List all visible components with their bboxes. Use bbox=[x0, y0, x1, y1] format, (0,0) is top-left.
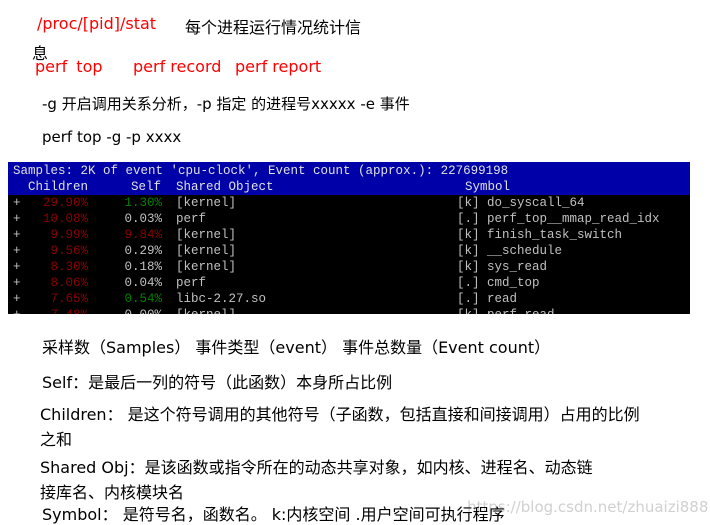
explanation-shared-obj: Shared Obj：是该函数或指令所在的动态共享对象，如内核、进程名、动态链 bbox=[40, 458, 593, 477]
children-percent: 7.65% bbox=[50, 292, 88, 306]
children-percent: 10.08% bbox=[42, 212, 88, 226]
shared-object: [kernel] bbox=[176, 196, 237, 210]
self-percent: 0.00% bbox=[88, 307, 162, 314]
table-row[interactable]: +9.56% 0.29% [kernel] [k] __schedule bbox=[8, 243, 690, 259]
shared-object: libc-2.27.so bbox=[176, 292, 267, 306]
children-percent: 7.48% bbox=[8, 307, 88, 314]
example-command: perf top -g -p xxxx bbox=[42, 128, 182, 146]
options-text: -g 开启调用关系分析，-p 指定 的进程号xxxxx -e 事件 bbox=[42, 95, 410, 113]
explanation-self: Self：是最后一列的符号（此函数）本身所占比例 bbox=[42, 373, 393, 392]
explanation-children-cont: 之和 bbox=[40, 430, 73, 449]
proc-desc: 每个进程运行情况统计信 bbox=[185, 18, 362, 37]
perf-record-label: perf record bbox=[133, 57, 222, 76]
table-row[interactable]: +7.65% 0.54% libc-2.27.so [.] read bbox=[8, 291, 690, 307]
col-self[interactable]: Self bbox=[131, 179, 161, 195]
children-percent: 8.06% bbox=[50, 276, 88, 290]
table-row[interactable]: +8.30% 0.18% [kernel] [k] sys_read bbox=[8, 259, 690, 275]
table-row[interactable]: +9.99% 9.84% [kernel] [k] finish_task_switc… bbox=[8, 227, 690, 243]
self-percent: 0.29% bbox=[124, 244, 162, 258]
perf-top-label: perf top bbox=[35, 57, 103, 76]
self-percent: 9.84% bbox=[124, 228, 162, 242]
table-row[interactable]: +10.08% 0.03% perf [.] perf_top__mmap_read_… bbox=[8, 211, 690, 227]
symbol-name: [.] read bbox=[457, 292, 518, 306]
shared-object: [kernel] bbox=[176, 260, 237, 274]
self-percent: 1.30% bbox=[124, 196, 162, 210]
symbol-name: [k] do_syscall_64 bbox=[457, 196, 585, 210]
symbol-name: [k] perf_read bbox=[457, 307, 555, 314]
symbol-name: [k] __schedule bbox=[457, 244, 563, 258]
shared-object: perf bbox=[176, 276, 207, 290]
explanation-children: Children： 是这个符号调用的其他符号（子函数，包括直接和间接调用）占用的… bbox=[40, 405, 640, 424]
self-percent: 0.54% bbox=[124, 292, 162, 306]
table-row[interactable]: +8.06% 0.04% perf [.] cmd_top bbox=[8, 275, 690, 291]
symbol-name: [k] sys_read bbox=[457, 260, 548, 274]
terminal-header: Samples: 2K of event 'cpu-clock', Event … bbox=[8, 162, 690, 195]
self-percent: 0.18% bbox=[124, 260, 162, 274]
table-row[interactable]: +7.48%0.00%[kernel][k] perf_read bbox=[8, 307, 690, 314]
children-percent: 9.56% bbox=[50, 244, 88, 258]
symbol-name: [.] cmd_top bbox=[457, 276, 540, 290]
col-children[interactable]: Children bbox=[28, 179, 88, 195]
table-row[interactable]: +29.90% 1.30% [kernel] [k] do_syscall_64 bbox=[8, 195, 690, 211]
col-symbol[interactable]: Symbol bbox=[465, 179, 510, 195]
symbol-name: [.] perf_top__mmap_read_idx bbox=[457, 212, 660, 226]
perf-top-terminal: Samples: 2K of event 'cpu-clock', Event … bbox=[8, 162, 690, 314]
children-percent: 29.90% bbox=[42, 196, 88, 210]
shared-object: perf bbox=[176, 212, 207, 226]
explanation-shared-obj-cont: 接库名、内核模块名 bbox=[40, 483, 185, 502]
samples-summary: Samples: 2K of event 'cpu-clock', Event … bbox=[13, 164, 509, 178]
shared-object: [kernel] bbox=[176, 307, 236, 314]
children-percent: 9.99% bbox=[50, 228, 88, 242]
self-percent: 0.03% bbox=[124, 212, 162, 226]
explanation-samples: 采样数（Samples） 事件类型（event） 事件总数量（Event cou… bbox=[42, 338, 551, 357]
col-shared-object[interactable]: Shared Object bbox=[176, 179, 274, 195]
perf-report-label: perf report bbox=[235, 57, 322, 76]
shared-object: [kernel] bbox=[176, 228, 237, 242]
symbol-name: [k] finish_task_switch bbox=[457, 228, 623, 242]
explanation-symbol: Symbol： 是符号名，函数名。 k:内核空间 .用户空间可执行程序 bbox=[42, 505, 505, 524]
proc-path: /proc/[pid]/stat bbox=[37, 14, 157, 33]
children-percent: 8.30% bbox=[50, 260, 88, 274]
shared-object: [kernel] bbox=[176, 244, 237, 258]
self-percent: 0.04% bbox=[124, 276, 162, 290]
